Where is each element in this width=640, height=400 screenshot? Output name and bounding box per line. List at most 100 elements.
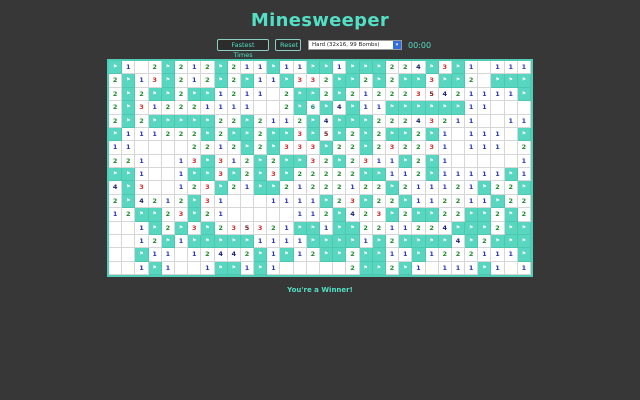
- empty-cell[interactable]: [122, 248, 136, 262]
- number-cell[interactable]: 1: [240, 101, 255, 115]
- number-cell[interactable]: 2: [122, 154, 136, 168]
- number-cell[interactable]: 4: [438, 87, 452, 102]
- flagged-cell[interactable]: ⚑: [214, 181, 228, 195]
- number-cell[interactable]: 2: [399, 141, 413, 155]
- number-cell[interactable]: 1: [267, 234, 281, 249]
- empty-cell[interactable]: [161, 181, 175, 195]
- empty-cell[interactable]: [135, 141, 149, 155]
- number-cell[interactable]: 2: [214, 127, 228, 142]
- number-cell[interactable]: 1: [214, 194, 228, 209]
- number-cell[interactable]: 2: [320, 168, 334, 182]
- number-cell[interactable]: 3: [385, 141, 400, 155]
- number-cell[interactable]: 2: [148, 234, 162, 249]
- number-cell[interactable]: 2: [188, 141, 202, 155]
- empty-cell[interactable]: [504, 127, 518, 142]
- empty-cell[interactable]: [267, 101, 281, 115]
- number-cell[interactable]: 1: [254, 74, 268, 88]
- flagged-cell[interactable]: ⚑: [188, 114, 202, 128]
- number-cell[interactable]: 3: [306, 154, 320, 168]
- number-cell[interactable]: 1: [465, 101, 479, 115]
- flagged-cell[interactable]: ⚑: [425, 61, 439, 75]
- flagged-cell[interactable]: ⚑: [425, 154, 439, 168]
- flagged-cell[interactable]: ⚑: [135, 208, 149, 222]
- number-cell[interactable]: 1: [214, 208, 228, 222]
- number-cell[interactable]: 2: [412, 168, 426, 182]
- flagged-cell[interactable]: ⚑: [359, 114, 373, 128]
- flagged-cell[interactable]: ⚑: [293, 101, 307, 115]
- number-cell[interactable]: 2: [399, 87, 413, 102]
- flagged-cell[interactable]: ⚑: [148, 221, 162, 235]
- flagged-cell[interactable]: ⚑: [267, 127, 281, 142]
- number-cell[interactable]: 2: [385, 261, 400, 275]
- number-cell[interactable]: 2: [201, 61, 215, 75]
- number-cell[interactable]: 1: [425, 181, 439, 195]
- number-cell[interactable]: 3: [227, 221, 241, 235]
- empty-cell[interactable]: [333, 261, 347, 275]
- flagged-cell[interactable]: ⚑: [346, 101, 360, 115]
- flagged-cell[interactable]: ⚑: [161, 74, 175, 88]
- number-cell[interactable]: 2: [491, 208, 505, 222]
- flagged-cell[interactable]: ⚑: [399, 101, 413, 115]
- number-cell[interactable]: 1: [267, 261, 281, 275]
- number-cell[interactable]: 2: [227, 87, 241, 102]
- number-cell[interactable]: 2: [333, 194, 347, 209]
- fastest-times-button[interactable]: Fastest Times: [217, 39, 269, 59]
- number-cell[interactable]: 3: [438, 61, 452, 75]
- flagged-cell[interactable]: ⚑: [385, 127, 400, 142]
- empty-cell[interactable]: [122, 221, 136, 235]
- empty-cell[interactable]: [517, 101, 531, 115]
- flagged-cell[interactable]: ⚑: [109, 127, 123, 142]
- flagged-cell[interactable]: ⚑: [240, 74, 255, 88]
- number-cell[interactable]: 2: [438, 208, 452, 222]
- number-cell[interactable]: 1: [306, 194, 320, 209]
- empty-cell[interactable]: [491, 101, 505, 115]
- flagged-cell[interactable]: ⚑: [161, 234, 175, 249]
- flagged-cell[interactable]: ⚑: [227, 168, 241, 182]
- flagged-cell[interactable]: ⚑: [451, 101, 466, 115]
- number-cell[interactable]: 2: [227, 74, 241, 88]
- number-cell[interactable]: 2: [280, 87, 294, 102]
- number-cell[interactable]: 2: [240, 248, 255, 262]
- number-cell[interactable]: 1: [399, 248, 413, 262]
- number-cell[interactable]: 2: [320, 74, 334, 88]
- flagged-cell[interactable]: ⚑: [425, 208, 439, 222]
- flagged-cell[interactable]: ⚑: [399, 127, 413, 142]
- number-cell[interactable]: 1: [293, 248, 307, 262]
- number-cell[interactable]: 2: [227, 61, 241, 75]
- flagged-cell[interactable]: ⚑: [214, 234, 228, 249]
- flagged-cell[interactable]: ⚑: [359, 127, 373, 142]
- flagged-cell[interactable]: ⚑: [109, 168, 123, 182]
- number-cell[interactable]: 1: [478, 168, 492, 182]
- number-cell[interactable]: 2: [135, 114, 149, 128]
- flagged-cell[interactable]: ⚑: [385, 181, 400, 195]
- number-cell[interactable]: 2: [240, 168, 255, 182]
- number-cell[interactable]: 2: [320, 181, 334, 195]
- flagged-cell[interactable]: ⚑: [517, 74, 531, 88]
- flagged-cell[interactable]: ⚑: [517, 248, 531, 262]
- empty-cell[interactable]: [254, 208, 268, 222]
- number-cell[interactable]: 2: [214, 114, 228, 128]
- empty-cell[interactable]: [254, 194, 268, 209]
- number-cell[interactable]: 2: [346, 261, 360, 275]
- flagged-cell[interactable]: ⚑: [478, 221, 492, 235]
- number-cell[interactable]: 1: [517, 114, 531, 128]
- number-cell[interactable]: 4: [320, 114, 334, 128]
- number-cell[interactable]: 1: [280, 234, 294, 249]
- flagged-cell[interactable]: ⚑: [517, 221, 531, 235]
- number-cell[interactable]: 2: [504, 181, 518, 195]
- flagged-cell[interactable]: ⚑: [359, 261, 373, 275]
- number-cell[interactable]: 1: [517, 168, 531, 182]
- number-cell[interactable]: 4: [109, 181, 123, 195]
- number-cell[interactable]: 2: [399, 208, 413, 222]
- flagged-cell[interactable]: ⚑: [465, 234, 479, 249]
- flagged-cell[interactable]: ⚑: [517, 87, 531, 102]
- number-cell[interactable]: 4: [412, 114, 426, 128]
- number-cell[interactable]: 2: [174, 194, 189, 209]
- number-cell[interactable]: 2: [240, 154, 255, 168]
- flagged-cell[interactable]: ⚑: [517, 181, 531, 195]
- number-cell[interactable]: 1: [438, 261, 452, 275]
- number-cell[interactable]: 2: [372, 221, 386, 235]
- flagged-cell[interactable]: ⚑: [333, 114, 347, 128]
- empty-cell[interactable]: [478, 74, 492, 88]
- number-cell[interactable]: 1: [135, 234, 149, 249]
